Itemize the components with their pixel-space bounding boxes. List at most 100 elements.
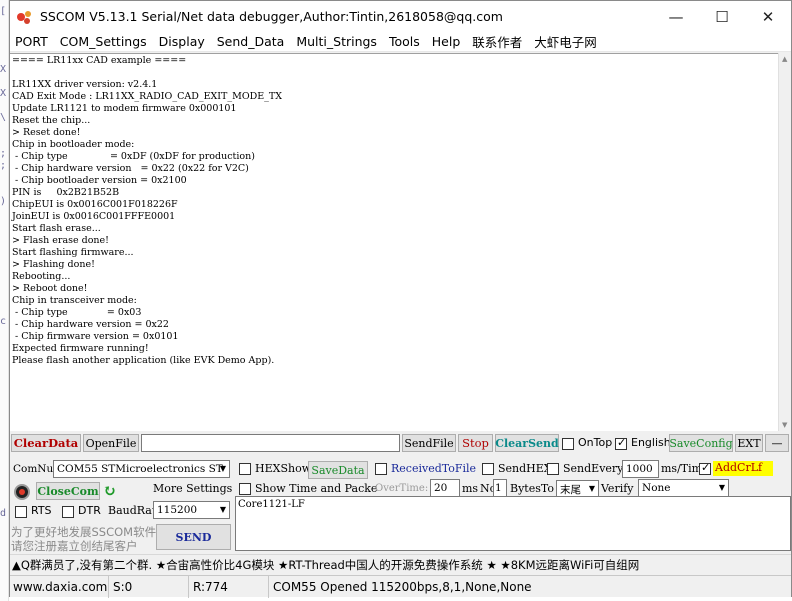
comnum-select[interactable]: COM55 STMicroelectronics ST ▼ [53,460,230,478]
overtime-input[interactable]: 20 [430,479,460,497]
send-every-input[interactable]: 1000 [622,460,659,478]
status-sent-count: S:0 [110,576,189,598]
scroll-down-icon[interactable]: ▼ [782,421,787,429]
menu-port[interactable]: PORT [10,34,54,49]
addcrlf-label: AddCrLf [713,461,773,476]
ext-button[interactable]: EXT [735,434,763,452]
verify-select[interactable]: None ▼ [638,479,729,497]
chevron-down-icon: ▼ [219,464,226,473]
dtr-checkbox[interactable] [62,506,74,518]
save-config-button[interactable]: SaveConfig [669,434,733,452]
clear-data-button[interactable]: ClearData [11,434,81,452]
baudrate-value: 115200 [157,504,198,516]
receive-to-file-label: ReceivedToFile [391,462,477,475]
sscom-window: SSCOM V5.13.1 Serial/Net data debugger,A… [9,0,792,598]
close-button[interactable]: ✕ [745,1,791,32]
output-line: - Chip bootloader version = 0x2100 [12,175,187,186]
output-line: Start flashing firmware... [12,247,134,258]
menu-bar: PORT COM_Settings Display Send_Data Mult… [10,32,791,52]
chevron-down-icon: ▼ [588,484,595,493]
menu-contact-author[interactable]: 联系作者 [466,32,528,51]
send-every-label: SendEvery: [563,462,628,475]
output-line: - Chip firmware version = 0x0101 [12,331,179,342]
close-com-button[interactable]: CloseCom [36,482,100,500]
output-line: Rebooting... [12,271,71,282]
receive-output-area[interactable]: ==== LR11xx CAD example ==== LR11XX driv… [10,53,778,431]
output-line: > Flash erase done! [12,235,109,246]
scroll-up-icon[interactable]: ▲ [782,55,787,63]
hexshow-checkbox[interactable] [239,463,251,475]
show-time-checkbox[interactable] [239,483,251,495]
output-line: - Chip hardware version = 0x22 (0x22 for… [12,163,249,174]
open-file-button[interactable]: OpenFile [83,434,139,452]
output-scrollbar[interactable]: ▲ ▼ [778,53,791,431]
menu-help[interactable]: Help [426,34,467,49]
status-received-count: R:774 [190,576,269,598]
chevron-down-icon: ▼ [219,505,226,514]
send-hex-checkbox[interactable] [482,463,494,475]
send-text-input[interactable]: Core1121-LF [235,496,791,551]
no-input[interactable]: 1 [493,479,507,497]
send-button[interactable]: SEND [156,524,231,550]
baudrate-select[interactable]: 115200 ▼ [153,501,230,519]
ontop-checkbox[interactable] [562,438,574,450]
output-line: JoinEUI is 0x0016C001FFFE0001 [12,211,176,222]
english-checkbox[interactable] [615,436,627,450]
menu-tools[interactable]: Tools [383,34,426,49]
output-line: PIN is 0x2B21B52B [12,187,120,198]
output-line: Update LR1121 to modem firmware 0x000101 [12,103,237,114]
ontop-label: OnTop [578,436,613,449]
chevron-down-icon: ▼ [718,483,725,492]
output-line: Chip in bootloader mode: [12,139,135,150]
menu-multi-strings[interactable]: Multi_Strings [290,34,383,49]
window-title: SSCOM V5.13.1 Serial/Net data debugger,A… [40,9,503,24]
menu-send-data[interactable]: Send_Data [211,34,291,49]
verify-label: Verify [601,482,634,495]
title-bar: SSCOM V5.13.1 Serial/Net data debugger,A… [10,1,791,32]
file-control-row: ClearData OpenFile SendFile Stop ClearSe… [10,434,791,454]
output-line: Reset the chip... [12,115,91,126]
port-status-icon [14,484,30,500]
addcrlf-checkbox[interactable] [699,461,711,475]
status-port-info: COM55 Opened 115200bps,8,1,None,None [273,580,532,594]
clear-send-button[interactable]: ClearSend [495,434,559,452]
english-label: English [631,436,671,449]
output-line: > Reboot done! [12,283,88,294]
menu-daxia-website[interactable]: 大虾电子网 [528,32,603,51]
comnum-value: COM55 STMicroelectronics ST [57,463,223,475]
refresh-icon[interactable]: ↻ [103,481,116,500]
send-file-button[interactable]: SendFile [402,434,456,452]
menu-display[interactable]: Display [153,34,211,49]
file-path-input[interactable] [141,434,400,452]
output-line: Start flash erase... [12,223,101,234]
stop-button[interactable]: Stop [458,434,493,452]
output-line: CAD Exit Mode : LR11XX_RADIO_CAD_EXIT_MO… [12,91,283,102]
collapse-button[interactable]: — [765,434,789,452]
output-line: Chip in transceiver mode: [12,295,137,306]
app-icon [17,9,33,25]
output-line: LR11XX driver version: v2.4.1 [12,79,158,90]
overtime-unit: ms [462,482,479,495]
send-every-checkbox[interactable] [547,463,559,475]
output-line: ==== LR11xx CAD example ==== [12,55,187,66]
status-bar: www.daxia.com S:0 R:774 COM55 Opened 115… [10,575,791,598]
minimize-button[interactable]: — [653,1,699,32]
status-website[interactable]: www.daxia.com [10,576,109,598]
bytes-end-value: 末尾 [560,483,581,496]
announcement-bar[interactable]: ▲Q群满员了,没有第二个群. ★合宙高性价比4G模块 ★RT-Thread中国人… [10,554,791,574]
save-data-button[interactable]: SaveData [308,461,368,479]
background-editor-strip: [ X X \ ; ; ) c d [0,0,9,601]
hexshow-label: HEXShow [255,462,312,475]
output-line: - Chip hardware version = 0x22 [12,319,169,330]
maximize-button[interactable]: ☐ [699,1,745,32]
show-time-label: Show Time and Packe [255,482,378,495]
receive-to-file-checkbox[interactable] [375,463,387,475]
rts-label: RTS [31,504,52,517]
menu-com-settings[interactable]: COM_Settings [54,34,153,49]
promo-line-2[interactable]: 请您注册嘉立创结尾客户 [11,538,138,554]
verify-value: None [642,482,671,494]
rts-checkbox[interactable] [15,506,27,518]
dtr-label: DTR [78,504,101,517]
more-settings-label[interactable]: More Settings [153,482,232,495]
